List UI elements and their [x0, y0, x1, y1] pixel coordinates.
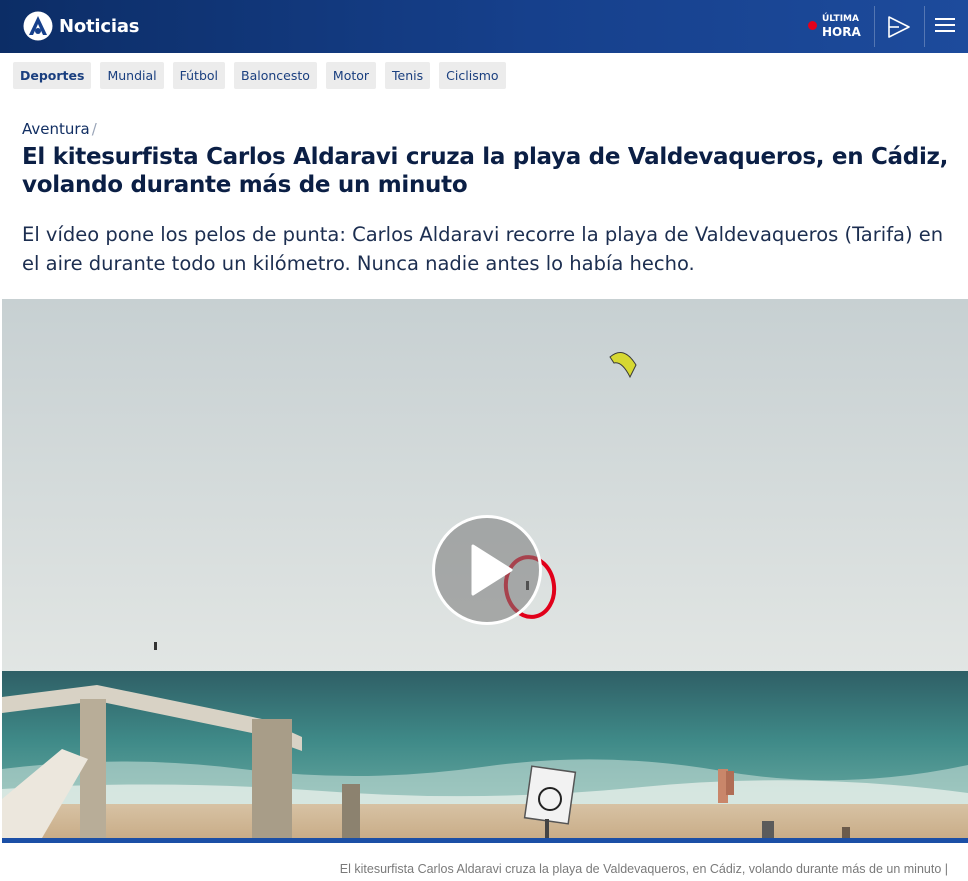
header-divider — [924, 6, 925, 47]
subnav-item-mundial[interactable]: Mundial — [100, 62, 164, 89]
top-header: Noticias ÚLTIMA HORA — [0, 0, 968, 53]
hamburger-menu-icon[interactable] — [935, 18, 957, 36]
video-play-button[interactable] — [432, 515, 542, 625]
subnav-item-tenis[interactable]: Tenis — [385, 62, 431, 89]
header-divider — [874, 6, 875, 47]
article-lead: El vídeo pone los pelos de punta: Carlos… — [22, 223, 944, 275]
subnav-item-ciclismo[interactable]: Ciclismo — [439, 62, 506, 89]
brand-home-link[interactable]: Noticias — [22, 11, 140, 41]
antena3-logo-icon — [23, 11, 53, 41]
video-progress-bar — [2, 838, 968, 843]
subnav-item-baloncesto[interactable]: Baloncesto — [234, 62, 317, 89]
live-dot-icon — [808, 21, 817, 30]
subnav-item-deportes[interactable]: Deportes — [13, 62, 92, 89]
sports-subnav: Deportes Mundial Fútbol Baloncesto Motor… — [13, 62, 515, 89]
ultima-hora-label: ÚLTIMA HORA — [822, 13, 861, 38]
live-label-top: ÚLTIMA — [822, 14, 859, 24]
live-label-bottom: HORA — [822, 25, 861, 39]
brand-name: Noticias — [59, 15, 140, 37]
ultima-hora-link[interactable]: ÚLTIMA HORA — [808, 13, 861, 38]
play-icon — [471, 544, 513, 596]
breadcrumb: Aventura / — [22, 120, 97, 138]
video-caption: El kitesurfista Carlos Aldaravi cruza la… — [339, 862, 948, 876]
play-outline-icon[interactable] — [886, 14, 912, 40]
article-title: El kitesurfista Carlos Aldaravi cruza la… — [22, 144, 949, 198]
breadcrumb-separator: / — [91, 120, 97, 138]
subnav-item-motor[interactable]: Motor — [325, 62, 377, 89]
video-player[interactable] — [2, 299, 968, 838]
subnav-item-futbol[interactable]: Fútbol — [172, 62, 226, 89]
breadcrumb-section-link[interactable]: Aventura — [22, 120, 90, 138]
